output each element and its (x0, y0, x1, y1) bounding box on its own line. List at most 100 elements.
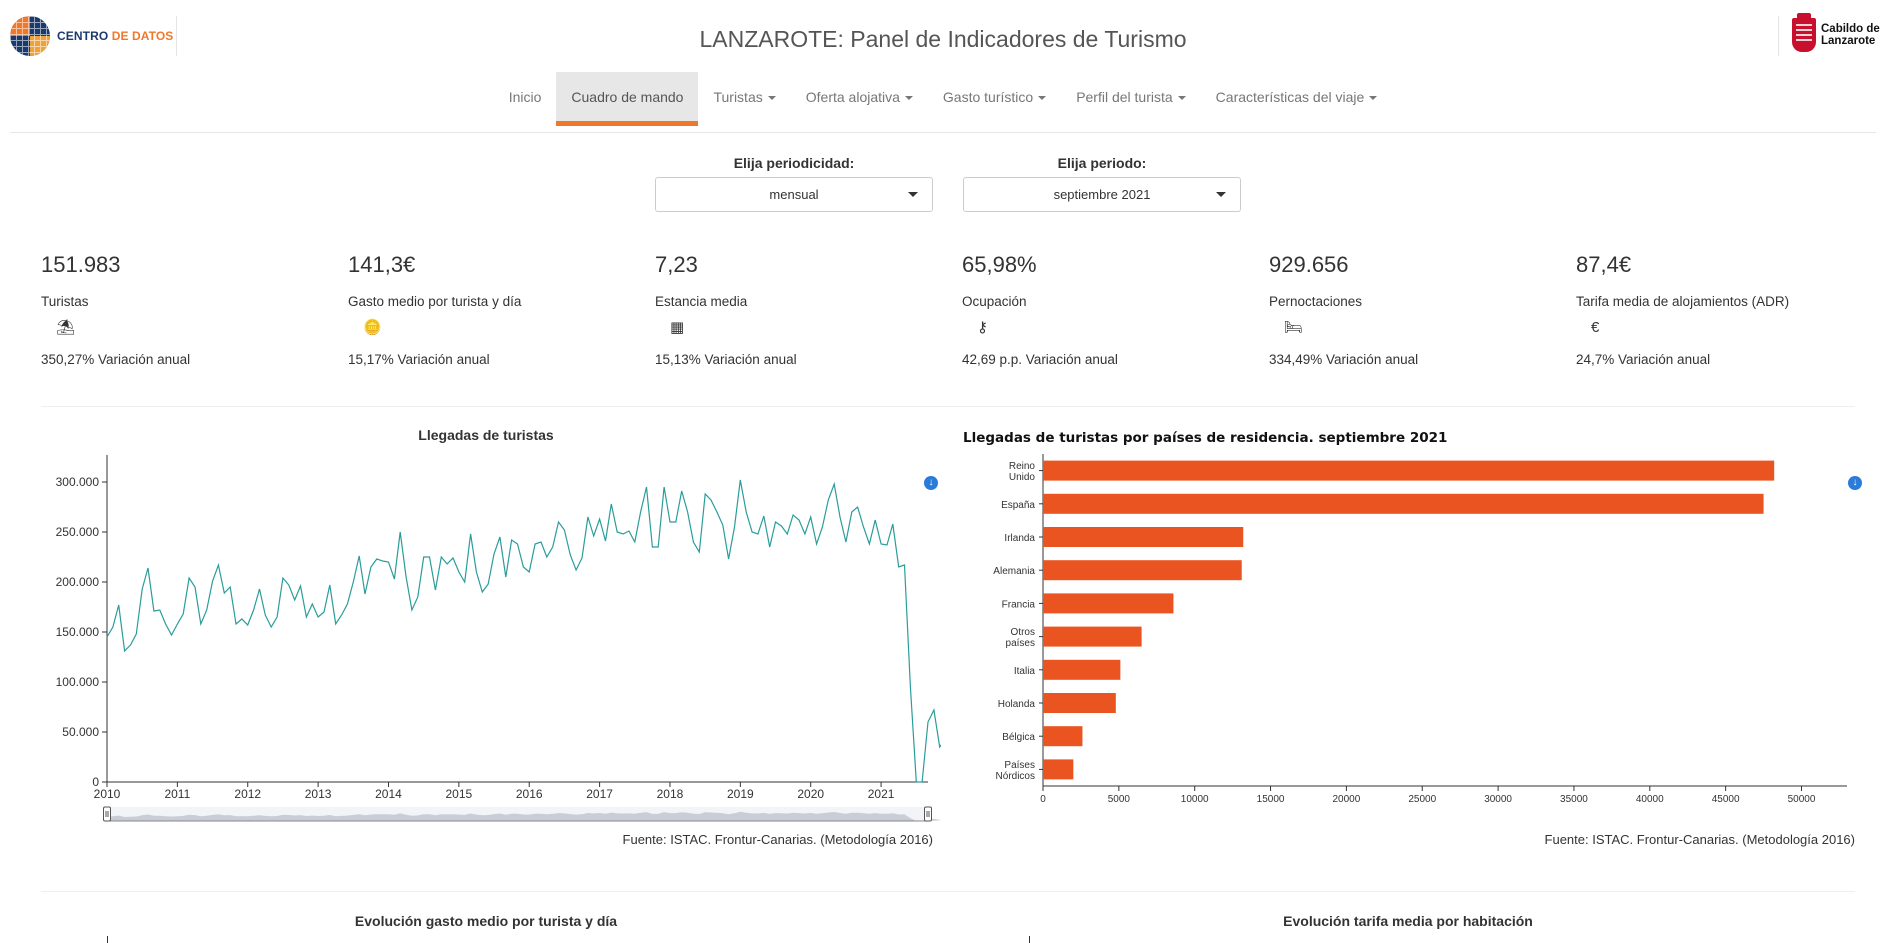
category-label-line: Holanda (998, 699, 1036, 710)
nav-item-1[interactable]: Cuadro de mando (556, 72, 699, 126)
y-tick-label: 100.000 (56, 675, 100, 689)
umbrella-beach-icon: ⛱ (56, 319, 76, 336)
header-divider (1778, 16, 1779, 56)
countries-bar-chart[interactable]: 0 5000 10000 15000 20000 25000 30000 35000 40000… (963, 450, 1863, 810)
x-tick-label: 20000 (1332, 794, 1360, 805)
cabildo-line1: Cabildo de (1821, 23, 1880, 35)
nav-item-2[interactable]: Turistas (698, 72, 790, 126)
kpi-label: Estancia media (655, 294, 748, 309)
bar-reino-unido[interactable] (1043, 460, 1775, 481)
category-label: Francia (1002, 599, 1036, 610)
x-tick-label: 25000 (1408, 794, 1436, 805)
countries-chart-title: Llegadas de turistas por países de resid… (963, 430, 1448, 446)
bar-países-nórdicos[interactable] (1043, 759, 1074, 780)
bar-irlanda[interactable] (1043, 527, 1244, 547)
x-tick-label: 5000 (1108, 794, 1131, 805)
category-label: Alemania (993, 566, 1035, 577)
periodicity-value: mensual (769, 187, 819, 202)
category-label: España (1001, 500, 1035, 511)
category-label: Otros países (1006, 627, 1035, 649)
x-tick-label: 40000 (1636, 794, 1664, 805)
cabildo-line2: Lanzarote (1821, 35, 1876, 47)
y-tick-label: 50.000 (62, 725, 99, 739)
kpi-card: 65,98% Ocupación ⚷ 42,69 p.p. Variación anu… (962, 252, 1262, 367)
kpi-variation: 334,49% Variación anual (1269, 352, 1419, 367)
download-icon[interactable]: ↓ (924, 476, 938, 490)
kpi-card: 141,3€ Gasto medio por turista y día 🪙 15,1… (348, 252, 648, 367)
x-tick-label: 2014 (375, 787, 402, 801)
kpi-variation: 350,27% Variación anual (41, 352, 191, 367)
kpi-value: 929.656 (1269, 252, 1349, 277)
nav-item-label: Características del viaje (1215, 89, 1365, 105)
nav-divider (10, 132, 1876, 133)
spend-chart-title: Evolución gasto medio por turista y día (354, 913, 618, 929)
kpi-value: 151.983 (41, 252, 121, 277)
countries-source: Fuente: ISTAC. Frontur-Canarias. (Metodo… (1544, 832, 1855, 847)
kpi-value: 141,3€ (348, 252, 416, 277)
category-label-line: Unido (1009, 472, 1036, 483)
nav-item-3[interactable]: Oferta alojativa (791, 72, 928, 126)
x-tick-label: 30000 (1484, 794, 1512, 805)
key-icon: ⚷ (977, 319, 988, 336)
category-label: Países Nórdicos (996, 760, 1035, 782)
page-title: LANZAROTE: Panel de Indicadores de Turis… (699, 26, 1187, 52)
periodicity-filter: Elija periodicidad: mensual (655, 155, 933, 212)
category-label: Holanda (998, 699, 1036, 710)
period-value: septiembre 2021 (1053, 187, 1151, 202)
category-label-line: Alemania (993, 566, 1035, 577)
x-tick-label: 10000 (1181, 794, 1209, 805)
category-label: Bélgica (1002, 732, 1035, 743)
nav-item-label: Turistas (713, 89, 763, 105)
kpi-label: Pernoctaciones (1269, 294, 1363, 309)
kpi-value: 7,23 (655, 252, 698, 277)
bar-bélgica[interactable] (1043, 726, 1083, 747)
y-tick-label: 300.000 (56, 475, 100, 489)
nav-item-4[interactable]: Gasto turístico (928, 72, 1061, 126)
arrivals-series-line (106, 479, 941, 783)
nav-item-label: Oferta alojativa (805, 89, 900, 105)
cabildo-logo[interactable]: Cabildo de Lanzarote (1792, 13, 1880, 52)
category-label-line: Bélgica (1002, 732, 1035, 743)
category-label: Irlanda (1004, 533, 1035, 544)
nav-item-0[interactable]: Inicio (494, 72, 557, 126)
navigator-handle-left[interactable] (103, 806, 111, 822)
x-tick-label: 2015 (446, 787, 473, 801)
bed-icon: 🛏 (1284, 319, 1304, 336)
period-label: Elija periodo: (1057, 155, 1147, 171)
arrivals-line-chart[interactable]: 050.000100.000150.000200.000250.000300.0… (41, 450, 941, 835)
main-nav: Inicio Cuadro de mando Turistas Oferta aloj… (0, 72, 1886, 126)
nav-item-label: Cuadro de mando (571, 89, 684, 105)
y-tick-label: 150.000 (56, 625, 100, 639)
kpi-variation: 15,13% Variación anual (655, 352, 797, 367)
kpi-card: 151.983 Turistas ⛱ 350,27% Variación anual (41, 252, 341, 367)
bar-alemania[interactable] (1043, 560, 1242, 581)
category-label: Italia (1014, 666, 1036, 677)
nav-item-6[interactable]: Características del viaje (1201, 72, 1393, 126)
download-icon[interactable]: ↓ (1848, 476, 1862, 490)
adr-chart-title: Evolución tarifa media por habitación (1283, 913, 1533, 929)
bar-francia[interactable] (1043, 593, 1174, 614)
kpi-variation: 24,7% Variación anual (1576, 352, 1711, 367)
coat-of-arms-icon (1792, 13, 1816, 52)
nav-item-label: Inicio (508, 89, 542, 105)
caret-down-icon (1038, 96, 1047, 101)
chevron-down-icon (908, 192, 918, 197)
periodicity-select[interactable]: mensual (655, 177, 933, 212)
bar-otros-países[interactable] (1043, 626, 1142, 647)
period-select[interactable]: septiembre 2021 (963, 177, 1241, 212)
kpi-label: Gasto medio por turista y día (348, 294, 522, 309)
navigator-handle-right[interactable] (924, 806, 932, 822)
kpi-value: 87,4€ (1576, 252, 1632, 277)
caret-down-icon (1369, 96, 1378, 101)
bar-holanda[interactable] (1043, 693, 1116, 713)
category-label-line: Otros (1011, 627, 1035, 638)
bar-italia[interactable] (1043, 659, 1121, 680)
x-tick-label: 2020 (797, 787, 824, 801)
bar-españa[interactable] (1043, 493, 1764, 514)
kpi-card: 7,23 Estancia media ▦ 15,13% Variación anua… (655, 252, 955, 367)
coins-icon: 🪙 (363, 319, 382, 336)
nav-item-5[interactable]: Perfil del turista (1061, 72, 1200, 126)
x-tick-label: 2010 (94, 787, 121, 801)
y-tick-label: 250.000 (56, 525, 100, 539)
category-label-line: Nórdicos (996, 771, 1035, 782)
